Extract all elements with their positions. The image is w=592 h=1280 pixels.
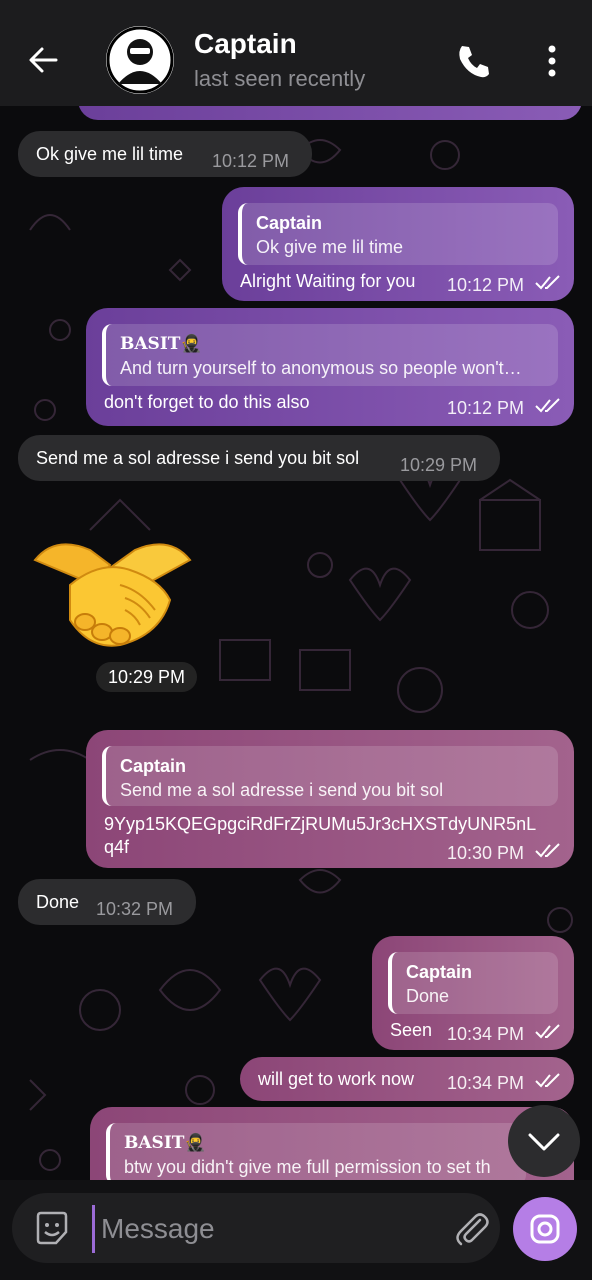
double-check-icon <box>535 843 560 858</box>
message-time: 10:12 PM <box>447 398 525 418</box>
message-bubble-outgoing[interactable]: BASIT🥷 And turn yourself to anonymous so… <box>86 308 574 426</box>
message-bubble-incoming[interactable]: Send me a sol adresse i send you bit sol… <box>18 435 500 481</box>
reply-quote[interactable]: Captain Done <box>388 952 558 1014</box>
message-text: don't forget to do this also <box>104 392 310 412</box>
double-check-icon <box>535 1024 560 1039</box>
avatar[interactable] <box>106 26 174 94</box>
message-text-line2: q4f <box>104 837 130 857</box>
double-check-icon <box>535 1073 560 1088</box>
phone-icon[interactable] <box>452 40 494 82</box>
reply-quote[interactable]: Captain Ok give me lil time <box>238 203 558 265</box>
avatar-silhouette-icon <box>106 26 174 94</box>
message-input[interactable] <box>92 1205 443 1253</box>
camera-icon <box>530 1214 560 1244</box>
message-bubble-outgoing[interactable]: Captain Send me a sol adresse i send you… <box>86 730 574 868</box>
message-bubble-incoming[interactable]: Ok give me lil time 10:12 PM <box>18 131 312 177</box>
reply-quote[interactable]: BASIT🥷 btw you didn't give me full permi… <box>106 1123 526 1185</box>
message-text: will get to work now <box>258 1069 415 1089</box>
attach-icon[interactable] <box>452 1208 492 1248</box>
back-arrow-icon[interactable] <box>22 38 66 82</box>
reply-sender: Captain <box>406 962 473 982</box>
reply-sender: Captain <box>256 213 323 233</box>
double-check-icon <box>535 275 560 290</box>
message-bubble-outgoing[interactable]: Captain Done Seen 10:34 PM <box>372 936 574 1050</box>
reply-sender: BASIT🥷 <box>120 334 202 354</box>
double-check-icon <box>535 398 560 413</box>
page-title: Captain <box>194 28 297 59</box>
reply-quote[interactable]: Captain Send me a sol adresse i send you… <box>102 746 558 806</box>
message-bubble-incoming[interactable]: Done 10:32 PM <box>18 879 196 925</box>
reply-sender: Captain <box>120 756 187 776</box>
message-bubble-outgoing[interactable]: Captain Ok give me lil time Alright Wait… <box>222 187 574 301</box>
message-time: 10:34 PM <box>447 1073 525 1093</box>
message-time: 10:12 PM <box>212 151 290 171</box>
reply-text: Ok give me lil time <box>256 237 404 257</box>
message-text-line1: 9Yyp15KQEGpgciRdFrZjRUMu5Jr3cHXSTdyUNR5n… <box>104 814 537 834</box>
message-bubble-outgoing[interactable]: will get to work now 10:34 PM <box>240 1057 574 1101</box>
scroll-down-button[interactable] <box>508 1105 580 1177</box>
message-text: Done <box>36 892 80 912</box>
message-composer <box>12 1193 500 1263</box>
message-text: Send me a sol adresse i send you bit sol <box>36 448 360 468</box>
more-vertical-icon[interactable] <box>536 40 568 82</box>
message-time: 10:32 PM <box>96 899 174 919</box>
reply-quote[interactable]: BASIT🥷 And turn yourself to anonymous so… <box>102 324 558 386</box>
chevron-down-icon <box>528 1133 560 1151</box>
message-text: Ok give me lil time <box>36 144 184 164</box>
message-time: 10:29 PM <box>400 455 478 475</box>
handshake-sticker[interactable] <box>30 530 195 648</box>
message-time: 10:34 PM <box>447 1024 525 1044</box>
reply-text: Done <box>406 986 450 1006</box>
last-seen-status: last seen recently <box>194 66 366 91</box>
chat-header: Captain last seen recently <box>0 0 592 106</box>
message-time: 10:12 PM <box>447 275 525 295</box>
reply-sender: BASIT🥷 <box>124 1133 206 1153</box>
message-text: Alright Waiting for you <box>240 271 416 291</box>
sticker-emoji-icon[interactable] <box>32 1208 72 1248</box>
sticker-time: 10:29 PM <box>96 662 198 692</box>
message-text: Seen <box>390 1020 433 1040</box>
reply-text: And turn yourself to anonymous so people… <box>120 358 522 378</box>
reply-text: btw you didn't give me full permission t… <box>124 1157 491 1177</box>
reply-text: Send me a sol adresse i send you bit sol <box>120 780 444 800</box>
message-time: 10:30 PM <box>447 843 525 863</box>
camera-button[interactable] <box>513 1197 577 1261</box>
